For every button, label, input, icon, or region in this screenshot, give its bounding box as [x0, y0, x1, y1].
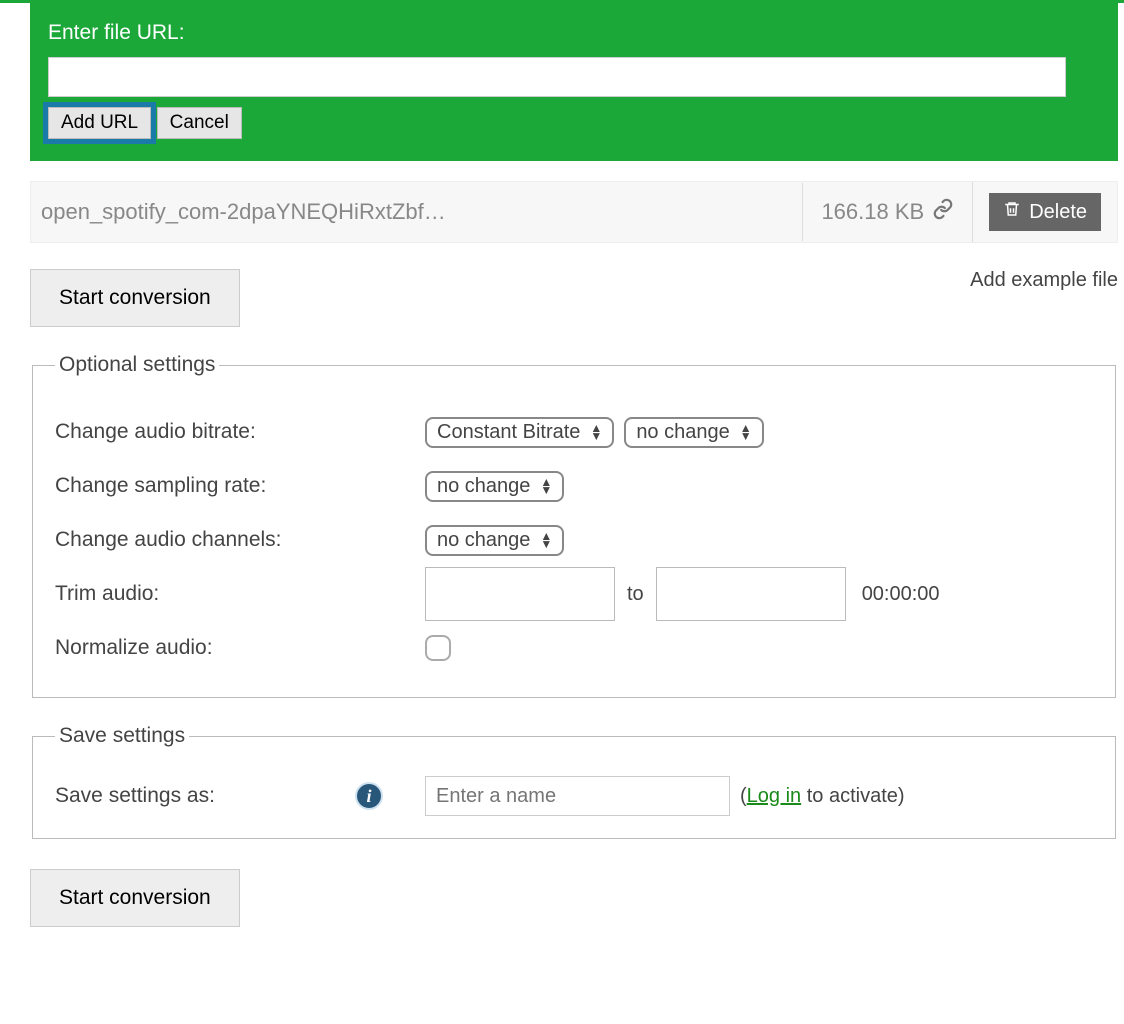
login-paren-open: ( [740, 785, 747, 807]
file-size-cell: 166.18 KB [803, 182, 973, 242]
info-icon[interactable]: i [355, 782, 383, 810]
login-paren-close: to activate) [801, 785, 904, 807]
enter-url-label: Enter file URL: [48, 21, 1100, 45]
chevron-updown-icon: ▲▼ [540, 478, 552, 494]
delete-label: Delete [1029, 201, 1087, 224]
settings-name-input[interactable] [425, 776, 730, 816]
login-note: (Log in to activate) [740, 785, 905, 808]
chevron-updown-icon: ▲▼ [740, 424, 752, 440]
bitrate-mode-select[interactable]: Constant Bitrate ▲▼ [425, 417, 614, 448]
start-conversion-button-bottom[interactable]: Start conversion [30, 869, 240, 927]
bitrate-value-value: no change [636, 421, 729, 444]
trash-icon [1003, 199, 1021, 225]
normalize-checkbox[interactable] [425, 635, 451, 661]
channels-value: no change [437, 529, 530, 552]
enter-url-panel: Enter file URL: Add URL Cancel [30, 3, 1118, 161]
trim-to-label: to [627, 583, 644, 606]
normalize-label: Normalize audio: [55, 636, 425, 660]
trim-label: Trim audio: [55, 582, 425, 606]
bitrate-mode-value: Constant Bitrate [437, 421, 580, 444]
file-url-input[interactable] [48, 57, 1066, 97]
channels-label: Change audio channels: [55, 528, 425, 552]
add-url-button[interactable]: Add URL [48, 107, 151, 139]
file-row: open_spotify_com-2dpaYNEQHiRxtZbf… 166.1… [30, 181, 1118, 243]
bitrate-label: Change audio bitrate: [55, 420, 425, 444]
add-example-file-link[interactable]: Add example file [970, 269, 1118, 292]
sampling-value: no change [437, 475, 530, 498]
sampling-rate-select[interactable]: no change ▲▼ [425, 471, 564, 502]
sampling-label: Change sampling rate: [55, 474, 425, 498]
file-name: open_spotify_com-2dpaYNEQHiRxtZbf… [31, 183, 803, 241]
trim-end-input[interactable] [656, 567, 846, 621]
login-link[interactable]: Log in [747, 785, 802, 807]
cancel-button[interactable]: Cancel [157, 107, 242, 139]
link-icon [932, 198, 954, 226]
optional-settings-legend: Optional settings [55, 353, 219, 377]
optional-settings-fieldset: Optional settings Change audio bitrate: … [32, 353, 1116, 698]
bitrate-value-select[interactable]: no change ▲▼ [624, 417, 763, 448]
save-settings-legend: Save settings [55, 724, 189, 748]
file-size: 166.18 KB [821, 199, 924, 225]
chevron-updown-icon: ▲▼ [540, 532, 552, 548]
chevron-updown-icon: ▲▼ [590, 424, 602, 440]
delete-button[interactable]: Delete [989, 193, 1101, 231]
start-conversion-button-top[interactable]: Start conversion [30, 269, 240, 327]
audio-channels-select[interactable]: no change ▲▼ [425, 525, 564, 556]
trim-duration: 00:00:00 [862, 583, 940, 606]
trim-start-input[interactable] [425, 567, 615, 621]
save-settings-fieldset: Save settings Save settings as: i (Log i… [32, 724, 1116, 839]
